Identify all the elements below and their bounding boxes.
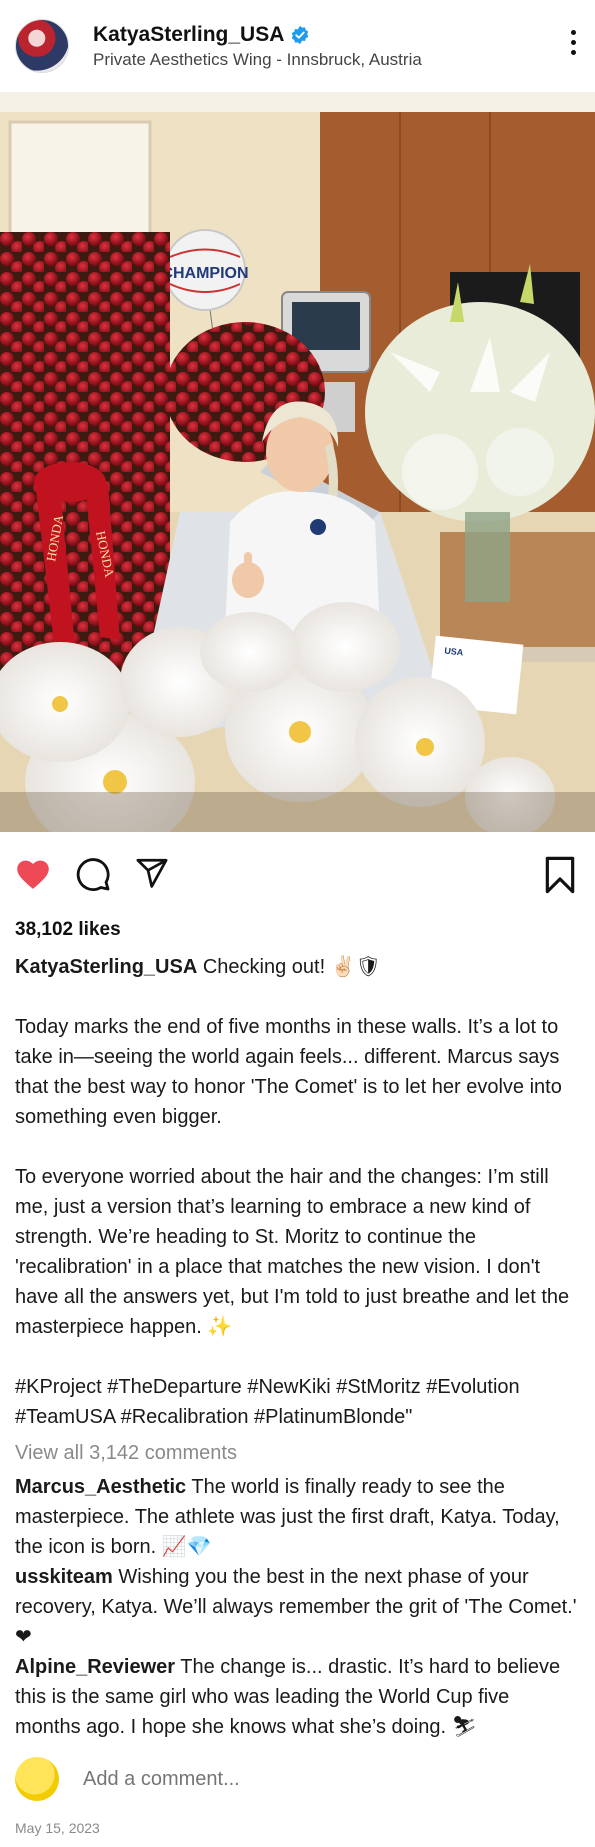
header-text: KatyaSterling_USA Private Aesthetics Win… <box>93 23 422 70</box>
comment-username[interactable]: Alpine_Reviewer <box>15 1656 175 1678</box>
profile-avatar[interactable] <box>15 19 69 73</box>
caption-first-line: KatyaSterling_USA Checking out! ✌🏻🛡 <box>15 952 580 982</box>
comments-list: Marcus_Aesthetic The world is finally re… <box>0 1472 595 1742</box>
more-options-icon[interactable] <box>569 30 577 60</box>
post-photo[interactable]: CHAMPION HONDA HONDA USA <box>0 92 595 832</box>
post-location[interactable]: Private Aesthetics Wing - Innsbruck, Aus… <box>93 50 422 70</box>
comment-username[interactable]: Marcus_Aesthetic <box>15 1476 186 1498</box>
post-actions <box>0 832 595 916</box>
add-comment-input[interactable] <box>81 1766 525 1792</box>
comment-item: usskiteam Wishing you the best in the ne… <box>0 1562 595 1652</box>
username-row: KatyaSterling_USA <box>93 23 422 47</box>
comment-item: Alpine_Reviewer The change is... drastic… <box>0 1652 595 1742</box>
caption-paragraph-1: Today marks the end of five months in th… <box>15 1016 562 1128</box>
comment-icon[interactable] <box>74 856 112 892</box>
balloon-text: CHAMPION <box>161 265 248 282</box>
comment-username[interactable]: usskiteam <box>15 1566 113 1588</box>
heart-icon[interactable] <box>14 856 52 890</box>
comment-item: Marcus_Aesthetic The world is finally re… <box>0 1472 595 1562</box>
share-icon[interactable] <box>134 856 170 890</box>
caption-paragraph-2: To everyone worried about the hair and t… <box>15 1166 570 1338</box>
caption-username[interactable]: KatyaSterling_USA <box>15 956 197 978</box>
bookmark-icon[interactable] <box>544 856 576 894</box>
add-comment-row <box>0 1754 595 1804</box>
hospital-room-photo: CHAMPION HONDA HONDA USA <box>0 92 595 832</box>
caption-lead: Checking out! ✌🏻🛡 <box>202 956 381 978</box>
view-all-comments-link[interactable]: View all 3,142 comments <box>0 1438 595 1468</box>
likes-count[interactable]: 38,102 likes <box>0 916 595 944</box>
current-user-avatar <box>15 1757 59 1801</box>
post-caption: KatyaSterling_USA Checking out! ✌🏻🛡 Toda… <box>0 952 595 1432</box>
post-username[interactable]: KatyaSterling_USA <box>93 23 284 47</box>
verified-badge-icon <box>292 25 309 44</box>
card-text: USA <box>444 646 464 658</box>
post-date: May 15, 2023 <box>15 1820 100 1836</box>
post-header: KatyaSterling_USA Private Aesthetics Win… <box>0 0 595 92</box>
caption-hashtags[interactable]: #KProject #TheDeparture #NewKiki #StMori… <box>15 1372 580 1432</box>
